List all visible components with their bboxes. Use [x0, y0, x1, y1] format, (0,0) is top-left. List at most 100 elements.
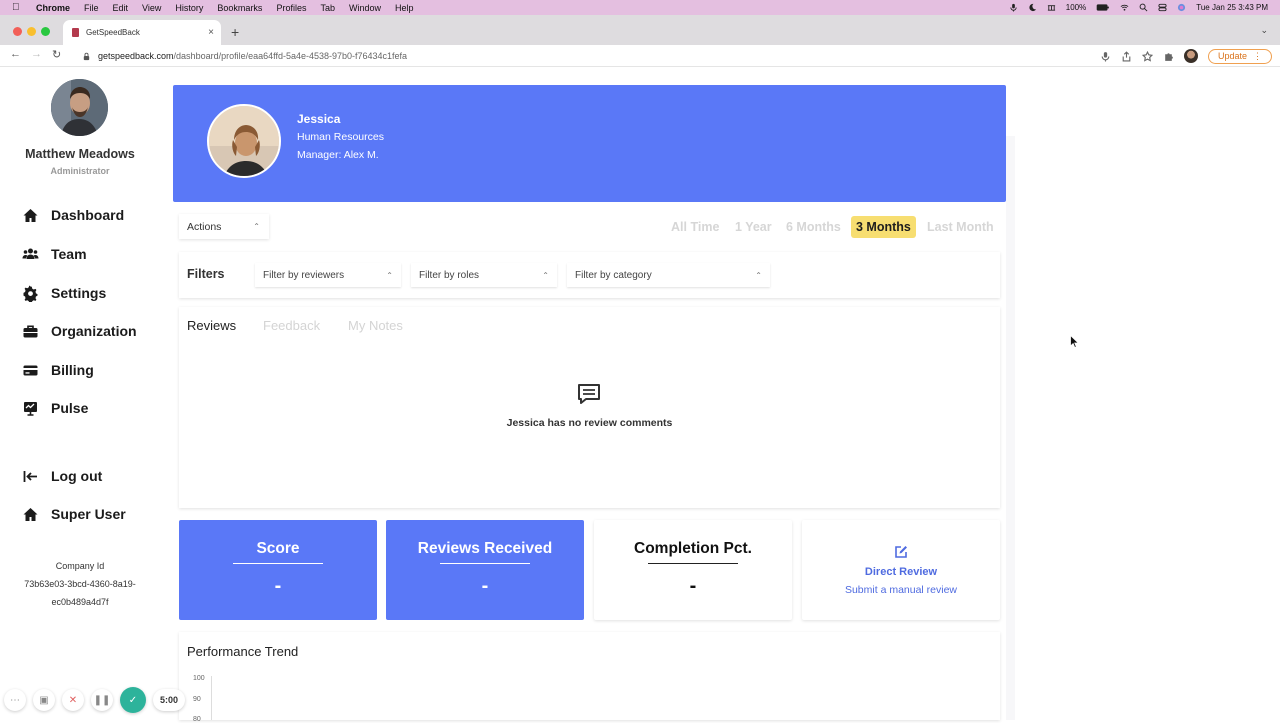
- sidebar-item-label: Team: [51, 246, 87, 262]
- update-label: Update: [1217, 51, 1247, 61]
- tab-my-notes[interactable]: My Notes: [348, 318, 403, 333]
- sidebar-item-organization[interactable]: Organization: [22, 320, 137, 342]
- logout-button[interactable]: Log out: [22, 465, 102, 487]
- tab-close-icon[interactable]: ×: [208, 27, 214, 38]
- address-bar[interactable]: getspeedback.com/dashboard/profile/eaa64…: [78, 47, 1168, 65]
- apple-icon[interactable]: : [12, 2, 22, 13]
- sidebar-item-team[interactable]: Team: [22, 243, 87, 265]
- menu-tab[interactable]: Tab: [320, 3, 335, 13]
- tab-feedback[interactable]: Feedback: [263, 318, 320, 333]
- sidebar-item-label: Billing: [51, 362, 94, 378]
- chevron-up-icon: ⌃: [253, 222, 260, 231]
- window-zoom-button[interactable]: [41, 27, 50, 36]
- filters-bar: Filters Filter by reviewers ⌃ Filter by …: [179, 252, 1000, 298]
- user-role: Administrator: [50, 166, 110, 176]
- range-last-month[interactable]: Last Month: [922, 216, 999, 238]
- sidebar: Matthew Meadows Administrator Dashboard …: [0, 67, 160, 720]
- update-button[interactable]: Update ⋮: [1207, 48, 1272, 64]
- sidebar-item-label: Organization: [51, 323, 137, 339]
- microphone-icon[interactable]: [1009, 3, 1018, 12]
- control-center-icon[interactable]: [1158, 3, 1167, 12]
- completion-divider: [648, 563, 738, 564]
- sidebar-item-billing[interactable]: Billing: [22, 359, 94, 381]
- more-menu-icon[interactable]: ⋮: [1253, 51, 1262, 62]
- tab-search-chevron-icon[interactable]: ⌄: [1260, 25, 1268, 36]
- super-user-label: Super User: [51, 506, 126, 522]
- wifi-icon[interactable]: [1120, 3, 1129, 12]
- chevron-up-icon: ⌃: [542, 270, 549, 280]
- menu-edit[interactable]: Edit: [113, 3, 129, 13]
- filters-label: Filters: [187, 267, 225, 281]
- chart-axis: [211, 676, 212, 720]
- recorder-more-icon[interactable]: ⋯: [4, 689, 26, 711]
- recorder-camera-icon[interactable]: ▣: [33, 689, 55, 711]
- range-all-time[interactable]: All Time: [666, 216, 724, 238]
- company-id-value-line1: 73b63e03-3bcd-4360-8a19-: [24, 579, 136, 589]
- battery-icon[interactable]: [1096, 3, 1110, 12]
- sidebar-item-label: Settings: [51, 285, 107, 301]
- lock-icon[interactable]: [82, 52, 91, 61]
- sidebar-item-pulse[interactable]: Pulse: [22, 397, 88, 419]
- window-close-button[interactable]: [13, 27, 22, 36]
- network-icon[interactable]: [1047, 3, 1056, 12]
- employee-manager: Manager: Alex M.: [297, 149, 379, 161]
- menu-profiles[interactable]: Profiles: [276, 3, 306, 13]
- menu-app-name[interactable]: Chrome: [36, 3, 70, 13]
- company-id-value-line2: ec0b489a4d7f: [51, 597, 109, 607]
- url-domain: getspeedback.com: [98, 51, 174, 61]
- user-name: Matthew Meadows: [25, 147, 135, 161]
- back-icon[interactable]: ←: [10, 48, 21, 60]
- siri-icon[interactable]: [1177, 3, 1186, 12]
- company-id-block: Company Id 73b63e03-3bcd-4360-8a19- ec0b…: [0, 557, 160, 611]
- filter-roles-select[interactable]: Filter by roles ⌃: [411, 263, 557, 287]
- range-3-months[interactable]: 3 Months: [851, 216, 916, 238]
- reviews-received-divider: [440, 563, 530, 564]
- recorder-done-icon[interactable]: ✓: [120, 687, 146, 713]
- completion-value: -: [689, 575, 697, 597]
- recorder-cancel-icon[interactable]: ✕: [62, 689, 84, 711]
- url-path: /dashboard/profile/eaa64ffd-5a4e-4538-97…: [173, 51, 408, 61]
- home-icon: [22, 207, 39, 224]
- reviews-received-title: Reviews Received: [417, 540, 553, 557]
- extensions-icon[interactable]: [1163, 51, 1174, 62]
- menu-history[interactable]: History: [175, 3, 203, 13]
- sidebar-item-dashboard[interactable]: Dashboard: [22, 204, 124, 226]
- window-minimize-button[interactable]: [27, 27, 36, 36]
- recorder-controls: ⋯ ▣ ✕ ❚❚ ✓ 5:00: [4, 687, 186, 713]
- filter-category-placeholder: Filter by category: [575, 269, 652, 281]
- range-6-months[interactable]: 6 Months: [781, 216, 846, 238]
- share-icon[interactable]: [1121, 50, 1132, 62]
- menu-window[interactable]: Window: [349, 3, 381, 13]
- sidebar-item-label: Dashboard: [51, 207, 125, 223]
- browser-profile-avatar[interactable]: [1183, 49, 1198, 63]
- search-icon[interactable]: [1139, 3, 1148, 12]
- forward-icon[interactable]: →: [31, 48, 42, 60]
- filter-category-select[interactable]: Filter by category ⌃: [567, 263, 770, 287]
- user-avatar[interactable]: [51, 79, 108, 136]
- filter-reviewers-select[interactable]: Filter by reviewers ⌃: [255, 263, 401, 287]
- direct-review-link[interactable]: Submit a manual review: [802, 584, 1000, 596]
- moon-icon[interactable]: [1028, 3, 1037, 12]
- filter-roles-placeholder: Filter by roles: [419, 269, 480, 281]
- pulse-icon: [22, 400, 39, 417]
- profile-header: Jessica Human Resources Manager: Alex M.: [173, 85, 1006, 202]
- range-1-year[interactable]: 1 Year: [730, 216, 777, 238]
- menu-view[interactable]: View: [142, 3, 161, 13]
- voice-search-icon[interactable]: [1100, 51, 1111, 62]
- menubar-datetime: Tue Jan 25 3:43 PM: [1196, 3, 1268, 12]
- super-user-button[interactable]: Super User: [22, 503, 126, 525]
- actions-dropdown[interactable]: Actions ⌃: [179, 214, 269, 239]
- direct-review-title[interactable]: Direct Review: [802, 566, 1000, 578]
- menu-bookmarks[interactable]: Bookmarks: [217, 3, 262, 13]
- comment-icon: [577, 383, 601, 405]
- sidebar-item-settings[interactable]: Settings: [22, 282, 106, 304]
- tab-reviews[interactable]: Reviews: [187, 318, 236, 333]
- browser-tab[interactable]: GetSpeedBack ×: [63, 20, 221, 45]
- menu-help[interactable]: Help: [395, 3, 414, 13]
- recorder-pause-icon[interactable]: ❚❚: [91, 689, 113, 711]
- menu-file[interactable]: File: [84, 3, 99, 13]
- reload-icon[interactable]: ↻: [52, 48, 61, 61]
- direct-review-card[interactable]: Direct Review Submit a manual review: [802, 520, 1000, 620]
- new-tab-button[interactable]: +: [231, 24, 239, 40]
- bookmark-star-icon[interactable]: [1141, 50, 1153, 62]
